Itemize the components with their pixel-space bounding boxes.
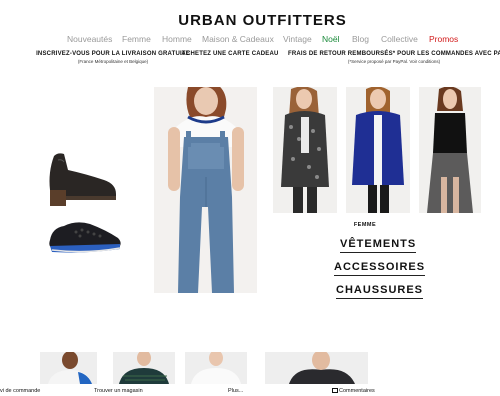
product-image-men-1[interactable] [40, 352, 97, 384]
nav-item-noel[interactable]: Noël [322, 34, 339, 44]
site-logo[interactable]: URBAN OUTFITTERS [0, 12, 500, 29]
footer-link-order-tracking[interactable]: vi de commande [0, 388, 40, 394]
product-image-men-4[interactable] [265, 352, 368, 384]
nav-item-collective[interactable]: Collective [381, 34, 418, 44]
category-link-accessoires-label: ACCESSOIRES [334, 261, 426, 273]
promo-free-shipping-sub: (France Métropolitaine et Belgique) [77, 59, 149, 64]
nav-item-homme[interactable]: Homme [162, 34, 192, 44]
product-image-blue-jacket[interactable] [346, 87, 410, 213]
product-image-men-3[interactable] [185, 352, 247, 384]
nav-item-maison-cadeaux[interactable]: Maison & Cadeaux [202, 34, 274, 44]
footer-link-feedback-label: Commentaires [339, 388, 375, 394]
category-underline [336, 298, 424, 299]
nav-item-femme[interactable]: Femme [122, 34, 151, 44]
nav-item-blog[interactable]: Blog [352, 34, 369, 44]
category-link-vetements[interactable]: VÊTEMENTS [340, 238, 417, 253]
category-link-vetements-label: VÊTEMENTS [340, 238, 417, 250]
category-heading-femme: FEMME [353, 222, 377, 228]
category-link-chaussures-label: CHAUSSURES [336, 284, 424, 296]
promo-paypal-returns-headline: FRAIS DE RETOUR REMBOURSÉS* POUR LES COM… [288, 51, 500, 57]
promo-gift-card-headline: ACHETEZ UNE CARTE CADEAU [181, 51, 279, 57]
promo-paypal-returns[interactable]: FRAIS DE RETOUR REMBOURSÉS* POUR LES COM… [288, 51, 500, 64]
product-image-black-dress[interactable] [419, 87, 481, 213]
product-image-cardigan[interactable] [273, 87, 337, 213]
product-image-overalls[interactable] [154, 87, 257, 293]
main-nav: Nouveautés Femme Homme Maison & Cadeaux … [0, 34, 500, 46]
category-underline [340, 252, 417, 253]
product-image-sneaker[interactable] [46, 216, 124, 256]
nav-item-promos[interactable]: Promos [429, 34, 458, 44]
footer-link-feedback[interactable]: Commentaires [332, 388, 375, 394]
category-link-accessoires[interactable]: ACCESSOIRES [334, 261, 426, 276]
footer-link-more[interactable]: Plus... [228, 388, 243, 394]
category-link-chaussures[interactable]: CHAUSSURES [336, 284, 424, 299]
promo-paypal-returns-sub: (*Service proposé par PayPal. Voir condi… [347, 59, 441, 64]
promo-gift-card[interactable]: ACHETEZ UNE CARTE CADEAU [180, 51, 280, 57]
product-image-boot[interactable] [46, 150, 120, 206]
footer-link-store-locator[interactable]: Trouver un magasin [94, 388, 143, 394]
nav-item-nouveautes[interactable]: Nouveautés [67, 34, 112, 44]
nav-item-vintage[interactable]: Vintage [283, 34, 312, 44]
comment-icon [332, 388, 338, 394]
product-image-men-2[interactable] [113, 352, 175, 384]
category-underline [334, 275, 426, 276]
